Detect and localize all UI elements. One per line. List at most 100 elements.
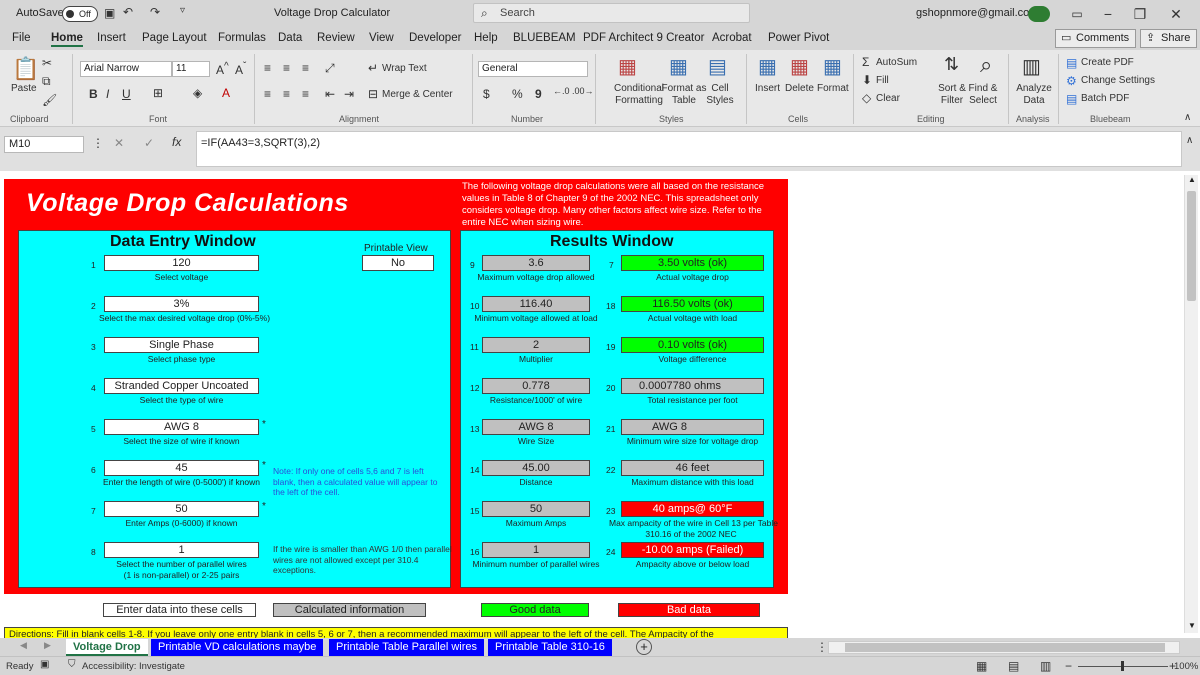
menu-power-pivot[interactable]: Power Pivot	[768, 32, 829, 44]
cut-icon[interactable]: ✂	[42, 56, 52, 70]
input-wire-type[interactable]: Stranded Copper Uncoated	[104, 378, 259, 394]
result-multiplier[interactable]: 2	[482, 337, 590, 353]
redo-icon[interactable]: ↷	[150, 5, 160, 19]
fill-color-icon[interactable]: ◈	[193, 86, 202, 100]
delete-label[interactable]: Delete	[785, 83, 814, 94]
decrease-font-icon[interactable]: Aˇ	[235, 61, 246, 77]
menu-view[interactable]: View	[369, 32, 394, 44]
font-color-icon[interactable]: A	[222, 86, 230, 100]
menu-bluebeam[interactable]: BLUEBEAM	[513, 32, 576, 44]
vertical-scrollbar[interactable]: ▲ ▼	[1184, 175, 1198, 633]
page-break-view-icon[interactable]: ▥	[1040, 659, 1051, 673]
normal-view-icon[interactable]: ▦	[976, 659, 987, 673]
batch-pdf-icon[interactable]: ▤	[1066, 92, 1077, 106]
add-sheet-icon[interactable]: +	[636, 639, 652, 655]
menu-file[interactable]: File	[12, 32, 31, 44]
accessibility-status[interactable]: Accessibility: Investigate	[82, 661, 185, 672]
cell-styles-label[interactable]: Cell Styles	[700, 83, 740, 107]
insert-label[interactable]: Insert	[755, 83, 780, 94]
zoom-level[interactable]: 100%	[1174, 661, 1198, 672]
confirm-formula-icon[interactable]: ✓	[144, 136, 154, 150]
scroll-thumb[interactable]	[1187, 191, 1196, 301]
batch-pdf-label[interactable]: Batch PDF	[1081, 93, 1129, 104]
macro-record-icon[interactable]: ▣	[40, 659, 49, 670]
input-voltage[interactable]: 120	[104, 255, 259, 271]
find-select-label[interactable]: Find & Select	[965, 83, 1001, 107]
font-name-dropdown[interactable]: Arial Narrow	[80, 61, 172, 77]
scroll-up-icon[interactable]: ▲	[1188, 175, 1196, 184]
save-icon[interactable]: ▣	[104, 6, 115, 20]
menu-home[interactable]: Home	[51, 32, 83, 47]
input-max-drop[interactable]: 3%	[104, 296, 259, 312]
currency-icon[interactable]: $	[483, 87, 490, 101]
more-tabs-icon[interactable]: ⋮	[816, 640, 828, 654]
fill-icon[interactable]: ⬇	[862, 73, 872, 87]
align-right-icon[interactable]: ≡	[302, 87, 309, 101]
align-bottom-icon[interactable]: ≡	[302, 61, 309, 75]
next-sheet-icon[interactable]: ▶	[44, 640, 51, 651]
bold-icon[interactable]: B	[89, 87, 98, 101]
autosum-icon[interactable]: Σ	[862, 55, 869, 69]
account-email[interactable]: gshopnmore@gmail.com	[916, 7, 1038, 19]
format-painter-icon[interactable]: 🖌	[42, 93, 57, 107]
borders-icon[interactable]: ⊞	[153, 86, 163, 100]
input-phase[interactable]: Single Phase	[104, 337, 259, 353]
menu-page-layout[interactable]: Page Layout	[142, 32, 207, 44]
font-size-dropdown[interactable]: 11	[172, 61, 210, 77]
menu-review[interactable]: Review	[317, 32, 355, 44]
paste-icon[interactable]: 📋	[12, 56, 39, 82]
wrap-text-icon[interactable]: ↵	[368, 61, 378, 75]
input-parallel[interactable]: 1	[104, 542, 259, 558]
comments-button[interactable]: ▭ Comments	[1055, 29, 1137, 48]
menu-formulas[interactable]: Formulas	[218, 32, 266, 44]
menu-developer[interactable]: Developer	[409, 32, 461, 44]
share-button[interactable]: ⇪ Share	[1140, 29, 1198, 48]
restore-icon[interactable]: ❐	[1130, 4, 1150, 24]
input-length[interactable]: 45	[104, 460, 259, 476]
wrap-text-label[interactable]: Wrap Text	[382, 63, 427, 74]
format-cells-icon[interactable]: ▦	[823, 54, 842, 79]
clear-icon[interactable]: ◇	[862, 91, 871, 105]
zoom-slider-thumb[interactable]	[1121, 661, 1124, 671]
indent-increase-icon[interactable]: ⇥	[344, 87, 354, 101]
change-settings-label[interactable]: Change Settings	[1081, 75, 1155, 86]
autosum-label[interactable]: AutoSum	[876, 57, 917, 68]
analyze-data-icon[interactable]: ▥	[1022, 54, 1041, 79]
create-pdf-icon[interactable]: ▤	[1066, 56, 1077, 70]
insert-cells-icon[interactable]: ▦	[758, 54, 777, 79]
printable-view-select[interactable]: No	[362, 255, 434, 271]
percent-icon[interactable]: %	[512, 87, 523, 101]
undo-icon[interactable]: ↶	[123, 5, 133, 19]
name-box[interactable]: M10	[4, 136, 84, 153]
close-icon[interactable]: ✕	[1166, 4, 1186, 24]
sort-filter-icon[interactable]: ⇅	[944, 54, 959, 75]
document-title[interactable]: Voltage Drop Calculator	[274, 7, 390, 19]
align-middle-icon[interactable]: ≡	[283, 61, 290, 75]
menu-help[interactable]: Help	[474, 32, 498, 44]
align-left-icon[interactable]: ≡	[264, 87, 271, 101]
tab-printable-310-16[interactable]: Printable Table 310-16	[488, 639, 612, 656]
analyze-data-label[interactable]: Analyze Data	[1014, 83, 1054, 107]
expand-formula-icon[interactable]: ∧	[1186, 135, 1193, 146]
change-settings-icon[interactable]: ⚙	[1066, 74, 1077, 88]
indent-decrease-icon[interactable]: ⇤	[325, 87, 335, 101]
customize-qat-icon[interactable]: ▿	[180, 5, 185, 16]
menu-insert[interactable]: Insert	[97, 32, 126, 44]
menu-pdf-architect[interactable]: PDF Architect 9 Creator	[583, 32, 704, 44]
autosave-toggle[interactable]: Off	[62, 6, 98, 22]
merge-center-icon[interactable]: ⊟	[368, 87, 378, 101]
clear-label[interactable]: Clear	[876, 93, 900, 104]
cancel-formula-icon[interactable]: ✕	[114, 136, 124, 150]
avatar[interactable]	[1028, 6, 1050, 22]
menu-acrobat[interactable]: Acrobat	[712, 32, 752, 44]
align-center-icon[interactable]: ≡	[283, 87, 290, 101]
underline-icon[interactable]: U	[122, 87, 131, 101]
cell-styles-icon[interactable]: ▤	[708, 54, 727, 79]
increase-font-icon[interactable]: A^	[216, 61, 229, 77]
zoom-out-icon[interactable]: −	[1065, 659, 1072, 673]
tab-voltage-drop[interactable]: Voltage Drop	[66, 639, 148, 656]
prev-sheet-icon[interactable]: ◀	[20, 640, 27, 651]
copy-icon[interactable]: ⧉	[42, 74, 51, 89]
delete-cells-icon[interactable]: ▦	[790, 54, 809, 79]
insert-function-icon[interactable]: fx	[172, 135, 181, 149]
